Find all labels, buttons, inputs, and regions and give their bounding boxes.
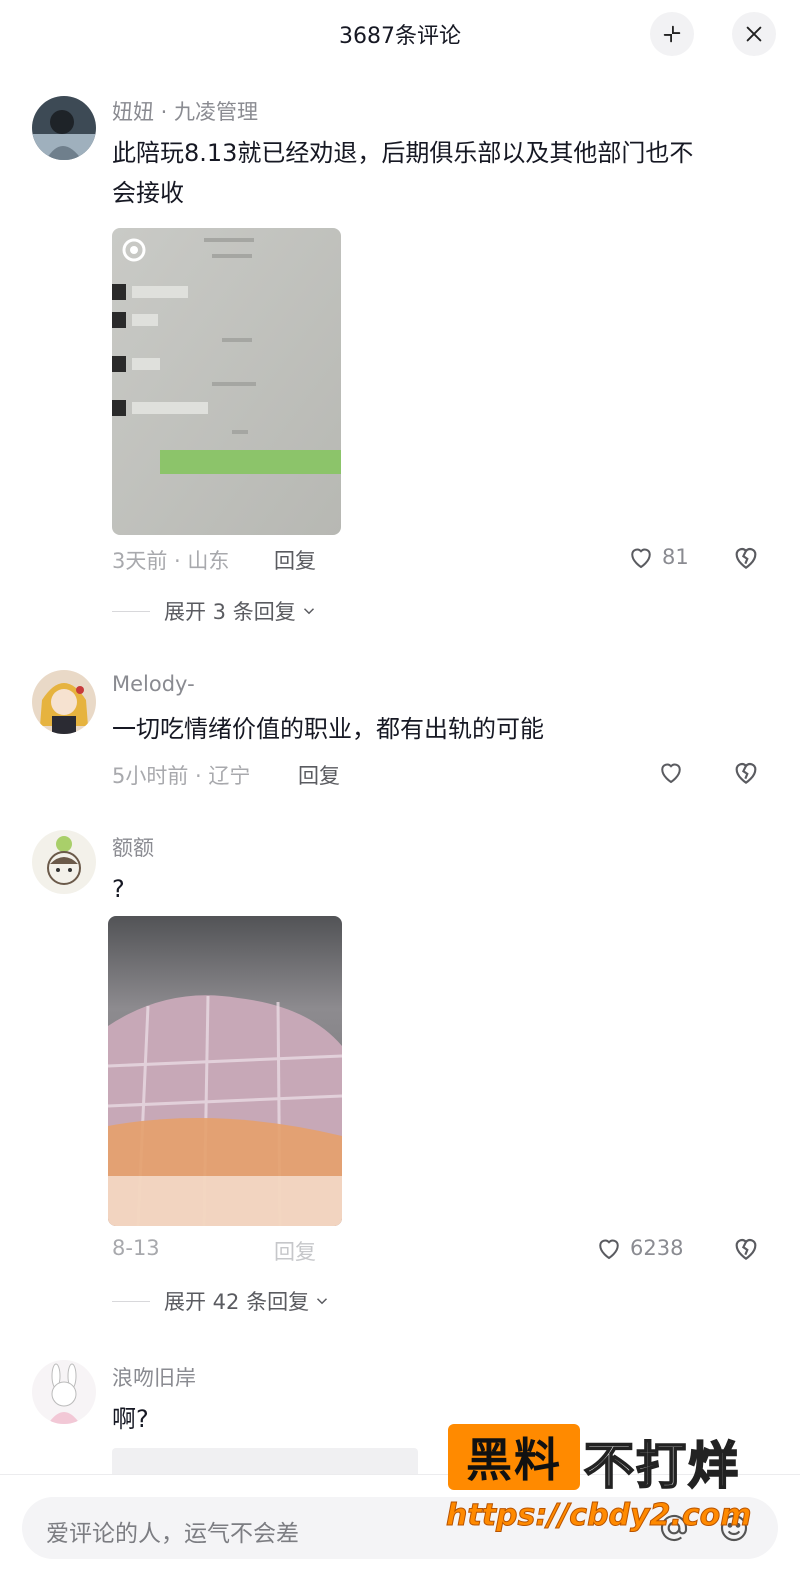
dislike-button[interactable] — [730, 756, 762, 792]
avatar[interactable] — [32, 96, 96, 160]
comment-input-placeholder: 爱评论的人，运气不会差 — [46, 1521, 299, 1547]
broken-heart-icon — [735, 1239, 757, 1260]
comment-username[interactable]: 妞妞 · 九凌管理 — [112, 96, 258, 126]
reply-button[interactable]: 回复 — [298, 760, 340, 790]
expand-replies-label: 展开 42 条回复 — [164, 1290, 310, 1314]
dislike-button[interactable] — [730, 1232, 762, 1268]
comment-username[interactable]: 额额 — [112, 832, 154, 862]
comment-text: 此陪玩8.13就已经劝退，后期俱乐部以及其他部门也不 会接收 — [112, 133, 772, 213]
comment-text-line: 会接收 — [112, 179, 184, 207]
broken-heart-icon — [735, 763, 757, 784]
like-button[interactable] — [656, 757, 686, 787]
close-icon — [746, 26, 762, 42]
divider-line — [112, 1300, 150, 1302]
broken-heart-icon — [735, 548, 757, 569]
expand-replies-label: 展开 3 条回复 — [164, 600, 296, 624]
comments-header: 3687条评论 — [0, 0, 800, 68]
dislike-button[interactable] — [730, 541, 762, 577]
watermark-url: https://cbdy2.com — [446, 1498, 752, 1534]
comment-image-photo[interactable] — [108, 916, 342, 1226]
avatar[interactable] — [32, 1360, 96, 1424]
reply-button[interactable]: 回复 — [274, 545, 316, 575]
divider-line — [112, 610, 150, 612]
watermark-text: 不打烊 — [583, 1436, 740, 1496]
comment-image-placeholder — [112, 1448, 418, 1474]
collapse-button[interactable] — [650, 12, 694, 56]
expand-replies-button[interactable]: 展开 42 条回复 — [112, 1286, 331, 1316]
comment-text-line: 此陪玩8.13就已经劝退，后期俱乐部以及其他部门也不 — [112, 139, 694, 167]
comment-time-location: 3天前 · 山东 — [112, 549, 230, 573]
comment-time-location: 8-13 — [112, 1236, 160, 1260]
watermark-logo-box: 黑料 — [448, 1424, 580, 1490]
heart-icon — [661, 763, 681, 784]
reply-button[interactable]: 回复 — [274, 1236, 316, 1266]
comment-text: ? — [112, 875, 125, 903]
close-button[interactable] — [732, 12, 776, 56]
chevron-down-icon — [317, 1298, 328, 1305]
avatar[interactable] — [32, 670, 96, 734]
expand-replies-button[interactable]: 展开 3 条回复 — [112, 596, 318, 626]
comment-text: 一切吃情绪价值的职业，都有出轨的可能 — [112, 715, 544, 743]
heart-icon — [631, 548, 651, 569]
like-button[interactable]: 81 — [626, 542, 689, 572]
comment-time-location: 5小时前 · 辽宁 — [112, 764, 251, 788]
comment-image-chat-screenshot[interactable] — [112, 228, 341, 535]
chevron-down-icon — [303, 608, 314, 615]
like-count: 6238 — [630, 1236, 684, 1260]
collapse-icon — [663, 25, 681, 43]
watermark: 黑料 不打烊 https://cbdy2.com — [444, 1424, 780, 1544]
like-count: 81 — [662, 545, 689, 569]
comment-username[interactable]: 浪吻旧岸 — [112, 1362, 196, 1392]
comment-username[interactable]: Melody- — [112, 672, 195, 696]
heart-icon — [599, 1239, 619, 1260]
avatar[interactable] — [32, 830, 96, 894]
like-button[interactable]: 6238 — [594, 1233, 683, 1263]
